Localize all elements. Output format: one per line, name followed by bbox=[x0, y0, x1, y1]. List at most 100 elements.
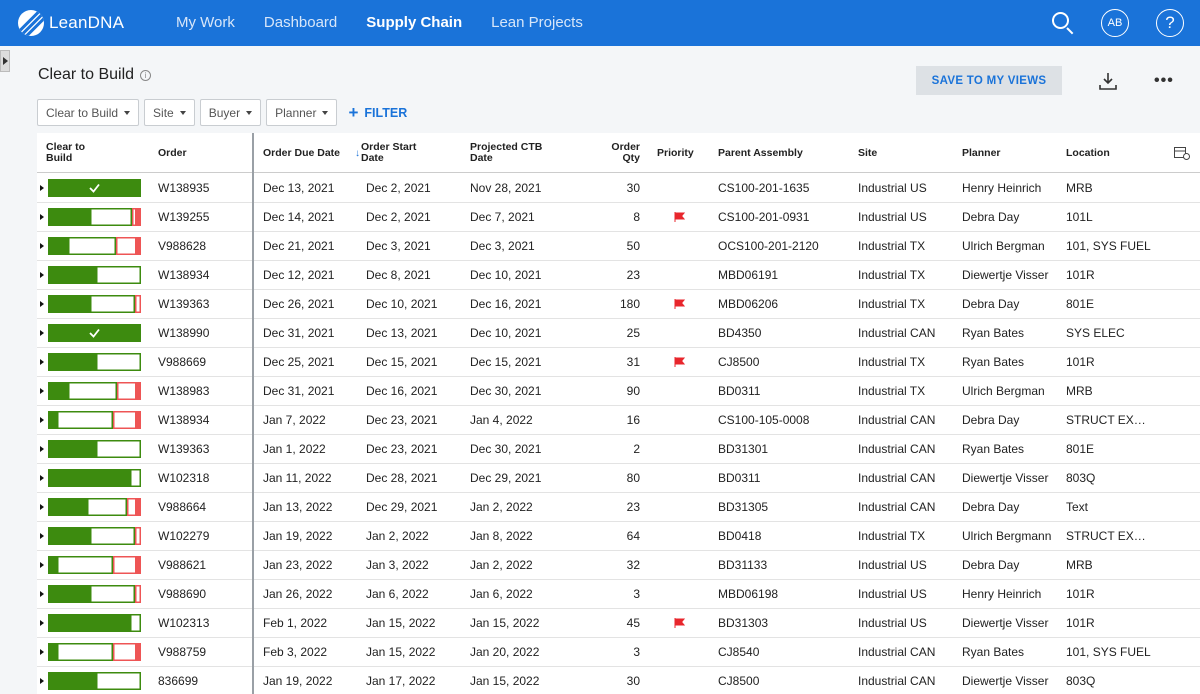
cell-parent-assembly: MBD06206 bbox=[718, 297, 779, 311]
col-header-parent-assembly[interactable]: Parent Assembly bbox=[718, 133, 803, 173]
table-row[interactable]: V988664 Jan 13, 2022 Dec 29, 2021 Jan 2, 20… bbox=[37, 493, 1200, 522]
cell-order-qty: 25 bbox=[626, 326, 640, 340]
row-expand-icon[interactable] bbox=[40, 330, 44, 336]
table-row[interactable]: W138983 Dec 31, 2021 Dec 16, 2021 Dec 30, 2… bbox=[37, 377, 1200, 406]
ctb-short-fill bbox=[135, 499, 140, 515]
download-icon[interactable] bbox=[1097, 70, 1119, 92]
cell-order[interactable]: V988759 bbox=[158, 638, 206, 667]
table-row[interactable]: V988669 Dec 25, 2021 Dec 15, 2021 Dec 15, 2… bbox=[37, 348, 1200, 377]
cell-order[interactable]: V988628 bbox=[158, 232, 206, 261]
cell-order[interactable]: V988664 bbox=[158, 493, 206, 522]
more-options-icon[interactable]: ••• bbox=[1154, 72, 1174, 90]
nav-supply-chain[interactable]: Supply Chain bbox=[366, 0, 462, 46]
cell-order[interactable]: W102313 bbox=[158, 609, 209, 638]
row-expand-icon[interactable] bbox=[40, 678, 44, 684]
cell-order[interactable]: 836699 bbox=[158, 667, 198, 694]
table-row[interactable]: V988621 Jan 23, 2022 Jan 3, 2022 Jan 2, 202… bbox=[37, 551, 1200, 580]
row-expand-icon[interactable] bbox=[40, 359, 44, 365]
save-to-my-views-button[interactable]: SAVE TO MY VIEWS bbox=[916, 66, 1062, 95]
filter-clear-to-build[interactable]: Clear to Build bbox=[37, 99, 140, 126]
column-settings-icon[interactable] bbox=[1174, 147, 1190, 160]
leandna-logo[interactable]: LeanDNA bbox=[18, 10, 124, 36]
row-expand-icon[interactable] bbox=[40, 214, 44, 220]
row-expand-icon[interactable] bbox=[40, 388, 44, 394]
clear-to-build-bar bbox=[48, 324, 141, 342]
cell-order[interactable]: W138983 bbox=[158, 377, 209, 406]
search-icon[interactable] bbox=[1049, 9, 1077, 37]
header-text: Qty bbox=[622, 152, 640, 164]
row-expand-icon[interactable] bbox=[40, 243, 44, 249]
table-row[interactable]: W139363 Dec 26, 2021 Dec 10, 2021 Dec 16, 2… bbox=[37, 290, 1200, 319]
cell-order[interactable]: W138990 bbox=[158, 319, 209, 348]
table-row[interactable]: W138934 Jan 7, 2022 Dec 23, 2021 Jan 4, 202… bbox=[37, 406, 1200, 435]
nav-my-work[interactable]: My Work bbox=[176, 0, 235, 46]
cell-order[interactable]: W139363 bbox=[158, 290, 209, 319]
cell-order[interactable]: W139255 bbox=[158, 203, 209, 232]
row-expand-icon[interactable] bbox=[40, 562, 44, 568]
clear-to-build-bar bbox=[48, 353, 141, 371]
col-header-site[interactable]: Site bbox=[858, 133, 877, 173]
row-expand-icon[interactable] bbox=[40, 446, 44, 452]
cell-order-due-date: Dec 13, 2021 bbox=[263, 181, 335, 195]
cell-order[interactable]: W102318 bbox=[158, 464, 209, 493]
row-expand-icon[interactable] bbox=[40, 185, 44, 191]
cell-parent-assembly: OCS100-201-2120 bbox=[718, 239, 819, 253]
table-row[interactable]: W102313 Feb 1, 2022 Jan 15, 2022 Jan 15, 20… bbox=[37, 609, 1200, 638]
row-expand-icon[interactable] bbox=[40, 620, 44, 626]
table-row[interactable]: W102318 Jan 11, 2022 Dec 28, 2021 Dec 29, 2… bbox=[37, 464, 1200, 493]
cell-order[interactable]: V988621 bbox=[158, 551, 206, 580]
cell-order[interactable]: W138935 bbox=[158, 174, 209, 203]
main-nav: My Work Dashboard Supply Chain Lean Proj… bbox=[176, 0, 612, 46]
table-row[interactable]: W139363 Jan 1, 2022 Dec 23, 2021 Dec 30, 20… bbox=[37, 435, 1200, 464]
table-row[interactable]: W102279 Jan 19, 2022 Jan 2, 2022 Jan 8, 202… bbox=[37, 522, 1200, 551]
table-row[interactable]: V988759 Feb 3, 2022 Jan 15, 2022 Jan 20, 20… bbox=[37, 638, 1200, 667]
add-filter-button[interactable]: + FILTER bbox=[348, 103, 407, 123]
help-icon[interactable]: ? bbox=[1156, 9, 1184, 37]
table-row[interactable]: W139255 Dec 14, 2021 Dec 2, 2021 Dec 7, 202… bbox=[37, 203, 1200, 232]
row-expand-icon[interactable] bbox=[40, 475, 44, 481]
row-expand-icon[interactable] bbox=[40, 301, 44, 307]
cell-order-due-date: Jan 19, 2022 bbox=[263, 529, 333, 543]
col-header-order-qty[interactable]: Order Qty bbox=[597, 133, 640, 173]
filter-buyer[interactable]: Buyer bbox=[199, 99, 262, 126]
row-expand-icon[interactable] bbox=[40, 417, 44, 423]
cell-site: Industrial US bbox=[858, 587, 927, 601]
row-expand-icon[interactable] bbox=[40, 272, 44, 278]
cell-order[interactable]: W139363 bbox=[158, 435, 209, 464]
col-header-order-start-date[interactable]: ↓ Order Start Date bbox=[355, 133, 416, 173]
user-avatar[interactable]: AB bbox=[1101, 9, 1129, 37]
col-header-location[interactable]: Location bbox=[1066, 133, 1110, 173]
cell-order[interactable]: W138934 bbox=[158, 406, 209, 435]
col-header-clear-to-build[interactable]: Clear to Build bbox=[46, 133, 116, 173]
table-row[interactable]: V988690 Jan 26, 2022 Jan 6, 2022 Jan 6, 202… bbox=[37, 580, 1200, 609]
cell-order-due-date: Jan 1, 2022 bbox=[263, 442, 326, 456]
col-header-priority[interactable]: Priority bbox=[657, 133, 694, 173]
sidebar-expand-toggle[interactable] bbox=[0, 50, 10, 72]
cell-order-start-date: Dec 23, 2021 bbox=[366, 442, 438, 456]
col-header-planner[interactable]: Planner bbox=[962, 133, 1001, 173]
nav-lean-projects[interactable]: Lean Projects bbox=[491, 0, 583, 46]
table-row[interactable]: W138935 Dec 13, 2021 Dec 2, 2021 Nov 28, 20… bbox=[37, 174, 1200, 203]
table-row[interactable]: W138934 Dec 12, 2021 Dec 8, 2021 Dec 10, 20… bbox=[37, 261, 1200, 290]
row-expand-icon[interactable] bbox=[40, 533, 44, 539]
table-row[interactable]: 836699 Jan 19, 2022 Jan 17, 2022 Jan 15, 20… bbox=[37, 667, 1200, 694]
table-row[interactable]: V988628 Dec 21, 2021 Dec 3, 2021 Dec 3, 202… bbox=[37, 232, 1200, 261]
cell-planner: Ulrich Bergman bbox=[962, 384, 1045, 398]
col-header-projected-ctb-date[interactable]: Projected CTB Date bbox=[470, 133, 542, 173]
table-row[interactable]: W138990 Dec 31, 2021 Dec 13, 2021 Dec 10, 2… bbox=[37, 319, 1200, 348]
filter-site[interactable]: Site bbox=[144, 99, 195, 126]
cell-order[interactable]: W102279 bbox=[158, 522, 209, 551]
row-expand-icon[interactable] bbox=[40, 504, 44, 510]
row-expand-icon[interactable] bbox=[40, 649, 44, 655]
filter-planner[interactable]: Planner bbox=[266, 99, 338, 126]
nav-dashboard[interactable]: Dashboard bbox=[264, 0, 337, 46]
cell-order[interactable]: V988669 bbox=[158, 348, 206, 377]
frozen-column-divider[interactable] bbox=[252, 133, 254, 694]
cell-order[interactable]: V988690 bbox=[158, 580, 206, 609]
col-header-order[interactable]: Order bbox=[158, 133, 187, 173]
cell-order[interactable]: W138934 bbox=[158, 261, 209, 290]
priority-flag-icon bbox=[674, 299, 685, 309]
row-expand-icon[interactable] bbox=[40, 591, 44, 597]
info-icon[interactable]: i bbox=[140, 69, 152, 81]
col-header-order-due-date[interactable]: Order Due Date bbox=[263, 133, 340, 173]
